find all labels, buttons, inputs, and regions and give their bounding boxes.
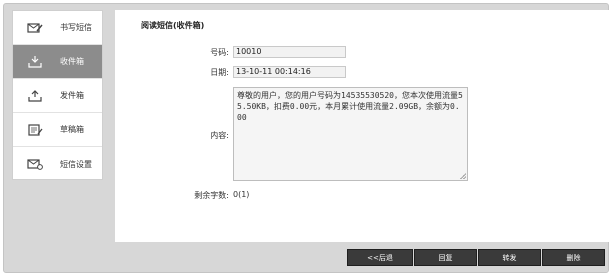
outbox-icon [26,89,44,103]
sidebar-item-label: 收件箱 [60,57,84,66]
content-label: 内容: [210,131,229,140]
date-field: 13-10-11 00:14:16 [233,66,346,78]
sidebar-item-label: 短信设置 [60,159,92,169]
inbox-icon [26,55,44,69]
sidebar-item-compose[interactable]: 书写短信 [13,11,102,45]
message-content[interactable]: 尊敬的用户，您的用户号码为14535530520，您本次使用流量55.50KB，… [233,87,468,181]
remaining-count-value: 0(1) [233,190,250,199]
sms-settings-icon [26,157,44,171]
sidebar-item-label: 发件箱 [60,91,84,100]
sidebar-item-inbox[interactable]: 收件箱 [13,45,102,79]
sidebar-item-sms-settings[interactable]: 短信设置 [13,147,102,181]
number-label: 号码: [210,48,229,57]
date-label: 日期: [210,68,229,77]
sidebar: 书写短信 收件箱 发件箱 草稿箱 短信设置 [12,10,103,180]
drafts-icon [26,123,44,137]
sidebar-item-drafts[interactable]: 草稿箱 [13,113,102,147]
message-panel: 阅读短信(收件箱) 号码: 10010 日期: 13-10-11 00:14:1… [115,10,612,242]
message-content-text: 尊敬的用户，您的用户号码为14535530520，您本次使用流量55.50KB，… [237,91,463,122]
app-frame: 书写短信 收件箱 发件箱 草稿箱 短信设置 阅读短信(收件箱) 号码: 1001… [3,3,612,273]
compose-icon [26,21,44,35]
back-button[interactable]: <<后退 [347,249,413,266]
page-title: 阅读短信(收件箱) [141,21,205,30]
remaining-count-label: 剩余字数: [194,191,229,200]
delete-button[interactable]: 删除 [542,249,605,266]
sidebar-item-label: 草稿箱 [60,125,84,134]
resize-handle-icon[interactable] [460,173,466,179]
forward-button[interactable]: 转发 [478,249,541,266]
sidebar-item-outbox[interactable]: 发件箱 [13,79,102,113]
number-field: 10010 [233,46,346,58]
reply-button[interactable]: 回复 [414,249,477,266]
sidebar-item-label: 书写短信 [60,23,92,32]
